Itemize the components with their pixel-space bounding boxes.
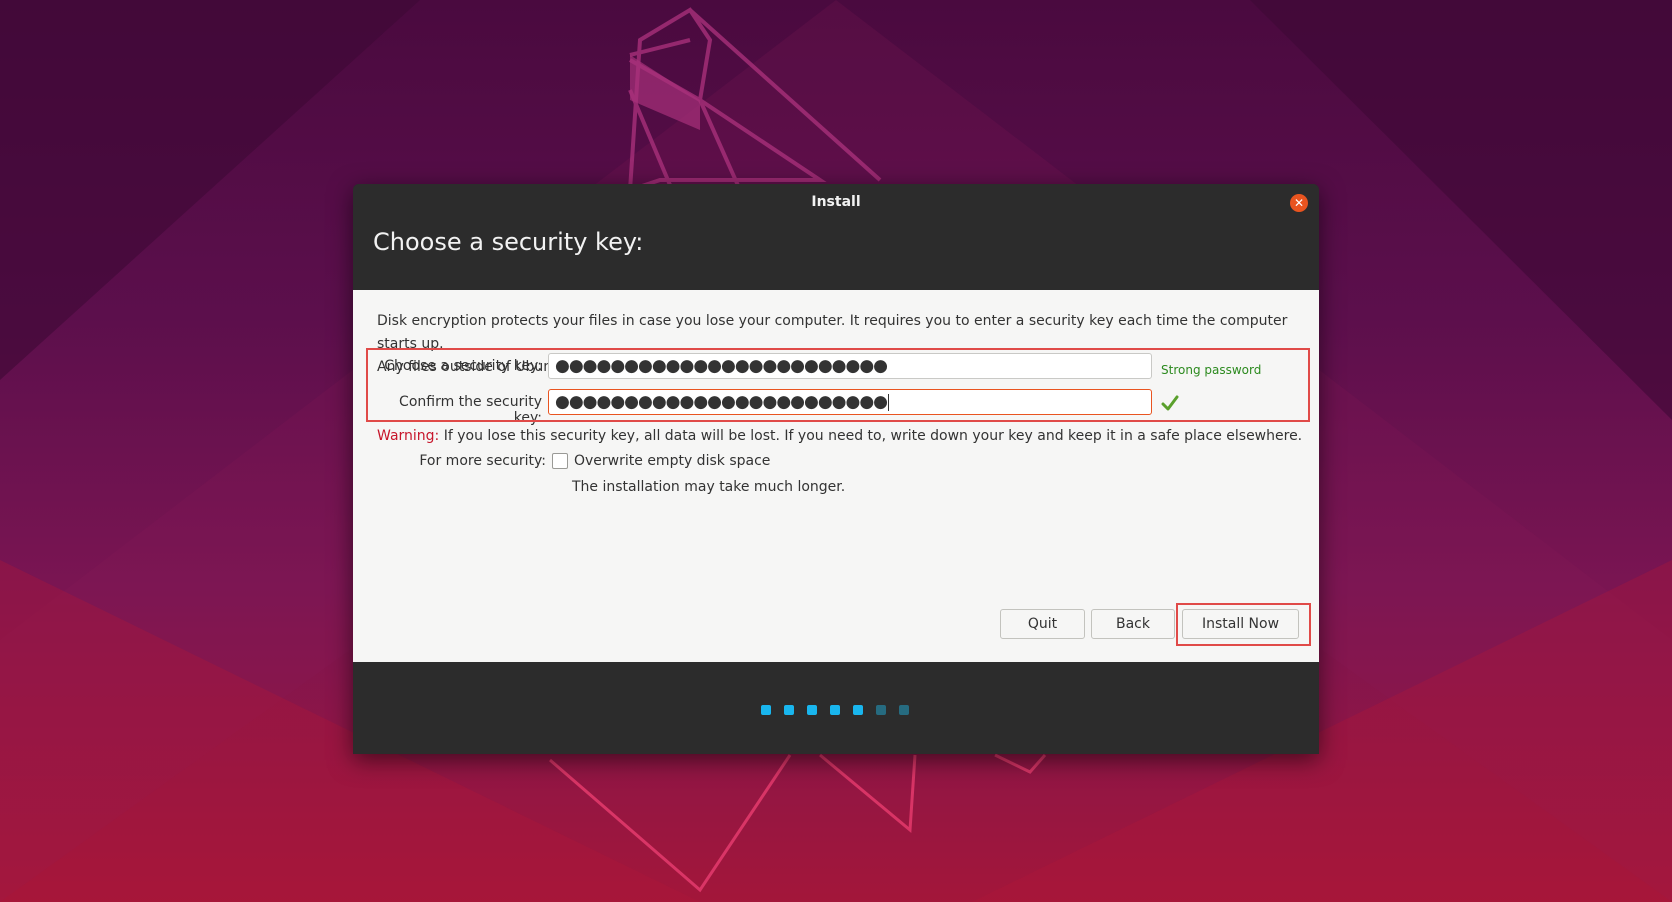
page-header: Choose a security key: xyxy=(353,222,1319,274)
overwrite-checkbox-label[interactable]: Overwrite empty disk space xyxy=(574,453,770,469)
progress-step xyxy=(784,705,794,715)
text-caret xyxy=(888,393,890,411)
install-now-button[interactable]: Install Now xyxy=(1182,609,1299,639)
titlebar: Install ✕ xyxy=(353,184,1319,222)
window-title: Install xyxy=(811,194,861,210)
warning-label: Warning: xyxy=(377,428,440,444)
choose-key-label: Choose a security key: xyxy=(384,358,542,374)
footer xyxy=(353,662,1319,754)
progress-step xyxy=(853,705,863,715)
desktop: Install ✕ Choose a security key: Disk en… xyxy=(0,0,1672,902)
more-security-label: For more security: xyxy=(419,453,546,469)
progress-step xyxy=(761,705,771,715)
quit-button[interactable]: Quit xyxy=(1000,609,1085,639)
confirm-key-label: Confirm the security key: xyxy=(399,394,542,426)
password-strength: Strong password xyxy=(1161,363,1262,377)
installer-window: Install ✕ Choose a security key: Disk en… xyxy=(353,184,1319,754)
back-button[interactable]: Back xyxy=(1091,609,1175,639)
description-line-1: Disk encryption protects your files in c… xyxy=(377,313,1288,352)
progress-step xyxy=(830,705,840,715)
progress-step xyxy=(807,705,817,715)
page-title: Choose a security key: xyxy=(373,228,644,256)
progress-step xyxy=(876,705,886,715)
checkmark-icon xyxy=(1161,395,1179,411)
overwrite-checkbox[interactable] xyxy=(552,453,568,469)
close-icon[interactable]: ✕ xyxy=(1290,194,1308,212)
choose-key-value: ●●●●●●●●●●●●●●●●●●●●●●●● xyxy=(555,356,888,376)
warning-text: If you lose this security key, all data … xyxy=(439,428,1303,444)
content-panel: Disk encryption protects your files in c… xyxy=(353,290,1319,662)
confirm-key-input[interactable]: ●●●●●●●●●●●●●●●●●●●●●●●● xyxy=(548,389,1152,415)
installation-note: The installation may take much longer. xyxy=(572,479,846,495)
progress-step xyxy=(899,705,909,715)
warning-message: Warning: If you lose this security key, … xyxy=(377,428,1302,444)
confirm-key-value: ●●●●●●●●●●●●●●●●●●●●●●●● xyxy=(555,392,888,412)
choose-key-input[interactable]: ●●●●●●●●●●●●●●●●●●●●●●●● xyxy=(548,353,1152,379)
